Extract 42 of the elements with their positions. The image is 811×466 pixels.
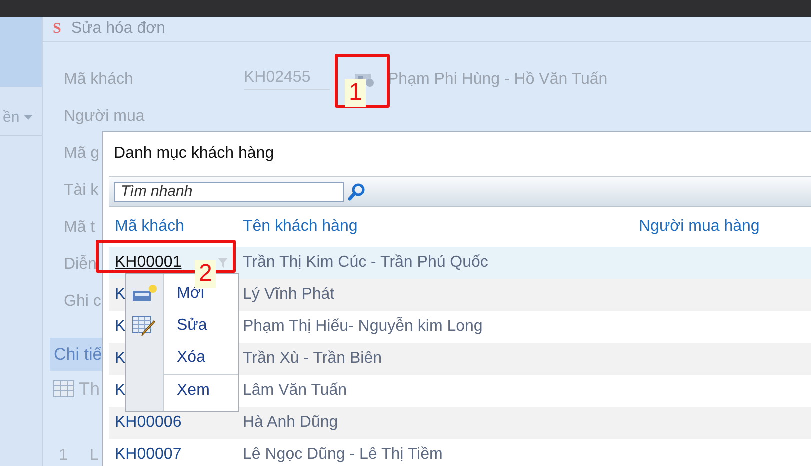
- dialog-title: Danh mục khách hàng: [114, 145, 274, 163]
- field-label: Tài k: [64, 182, 99, 198]
- field-label: Mã t: [64, 218, 96, 236]
- caret-icon: [24, 114, 33, 120]
- table-cell-text: Trần Xù - Trần Biên: [243, 350, 384, 368]
- field-label: Mã khách: [64, 70, 134, 88]
- table-cell: KH00001: [115, 254, 182, 272]
- field-label: Diễn: [64, 256, 97, 272]
- search-icon[interactable]: [348, 182, 366, 200]
- callout-number: 2: [195, 260, 216, 288]
- search-field[interactable]: Tìm nhanh: [114, 182, 344, 202]
- table-cell-text: Phạm Thị Hiếu- Nguyễn kim Long: [243, 318, 484, 336]
- table-cell: L: [90, 447, 99, 465]
- table-cell-text: Lý Vĩnh Phát: [243, 286, 336, 304]
- menu-item[interactable]: Sửa: [164, 310, 238, 342]
- field-label: Mã g: [64, 144, 100, 162]
- column-header[interactable]: Tên khách hàng: [243, 218, 639, 236]
- customer-name: Phạm Phi Hùng - Hồ Văn Tuấn: [388, 70, 608, 88]
- table-cell-text: Trần Thị Kim Cúc - Trần Phú Quốc: [243, 254, 490, 272]
- row-number: 1: [59, 447, 68, 465]
- callout-number: 1: [345, 79, 366, 107]
- table-cell: K: [115, 382, 126, 400]
- field-label: Ghi c: [64, 292, 102, 310]
- window-title: Sửa hóa đơn: [71, 20, 166, 38]
- logo: S: [53, 20, 62, 38]
- table-cell: KH00006: [115, 414, 182, 432]
- table-cell: KH00007: [115, 446, 182, 464]
- new-item-icon: [132, 284, 158, 304]
- table-icon: [53, 380, 75, 398]
- table-cell: K: [115, 350, 126, 368]
- menu-item[interactable]: Xem: [164, 374, 238, 407]
- column-header[interactable]: Người mua hàng: [639, 218, 811, 236]
- menu-item[interactable]: Xóa: [164, 342, 238, 374]
- table-cell-text: Lâm Văn Tuấn: [243, 382, 348, 400]
- table-cell-text: Hà Anh Dũng: [243, 414, 340, 432]
- table-cell: K: [115, 286, 126, 304]
- table-row[interactable]: KH00006 Hà Anh Dũng: [109, 407, 811, 439]
- table-cell: K: [115, 318, 126, 336]
- column-header[interactable]: Mã khách: [115, 218, 243, 236]
- field-label: Người mua: [64, 108, 145, 124]
- table-cell-text: Lê Ngọc Dũng - Lê Thị Tiềm: [243, 446, 444, 464]
- edit-icon: [132, 315, 158, 337]
